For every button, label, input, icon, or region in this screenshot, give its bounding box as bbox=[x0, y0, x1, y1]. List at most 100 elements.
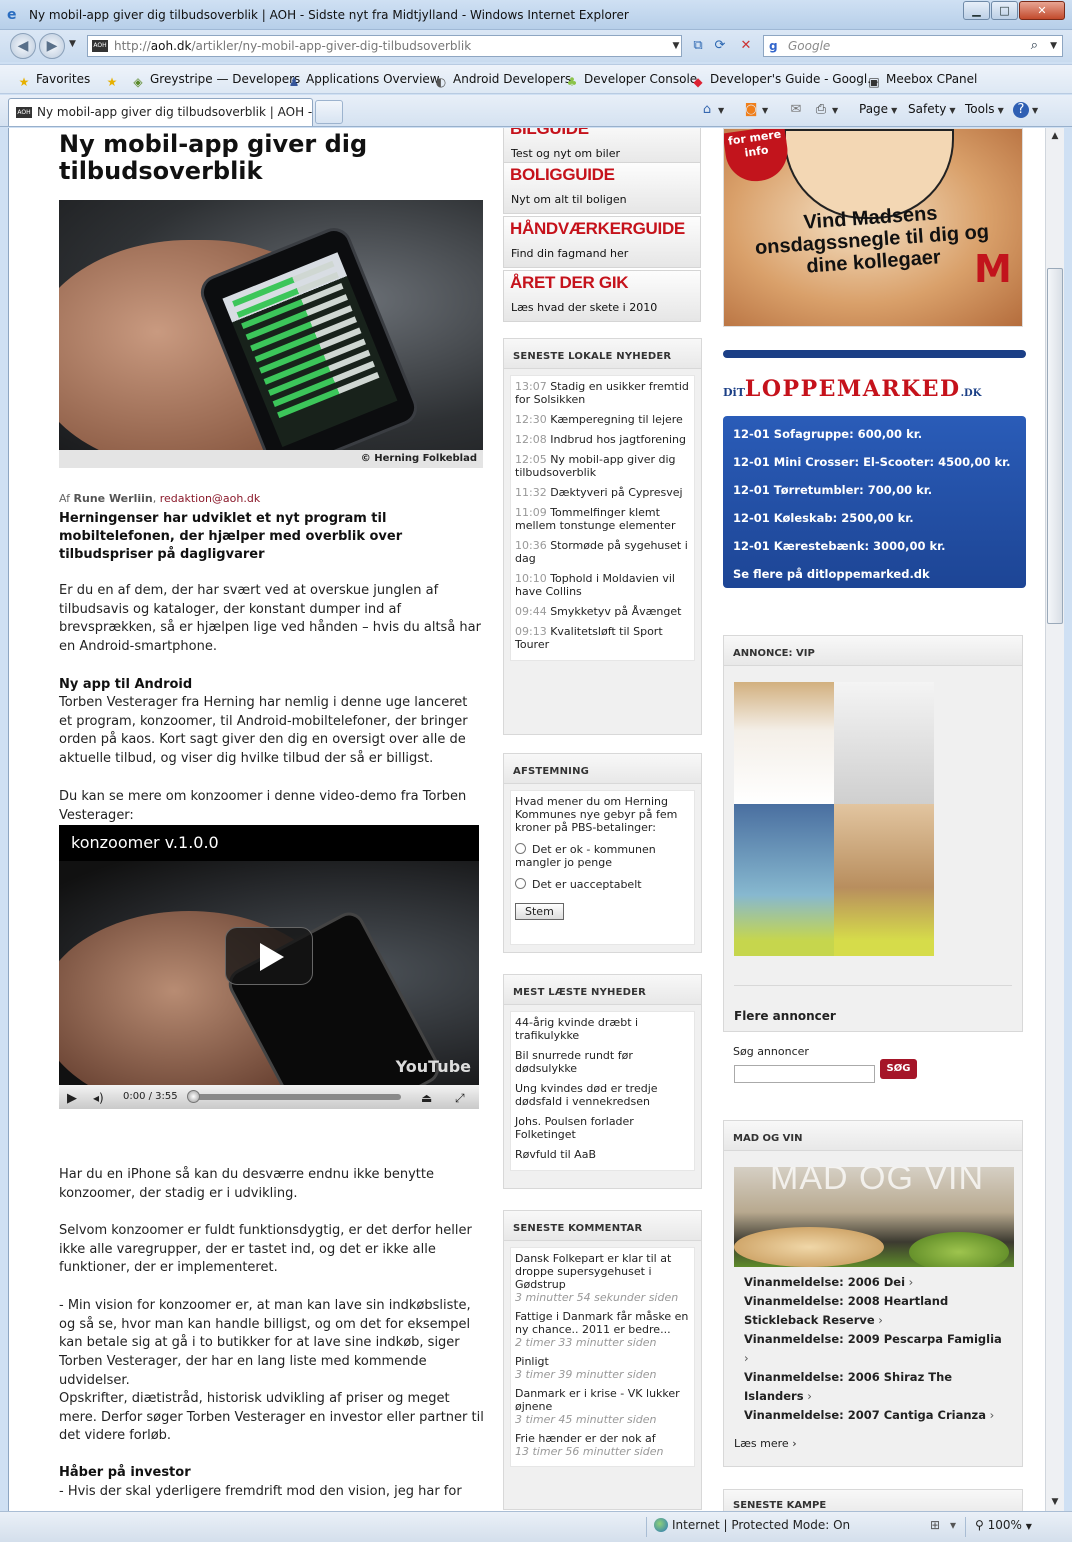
radio-button[interactable] bbox=[515, 878, 526, 889]
news-item[interactable]: 13:07 Stadig en usikker fremtid for Sols… bbox=[515, 380, 690, 406]
banner-aaret-der-gik[interactable]: ÅRET DER GIK Læs hvad der skete i 2010 bbox=[503, 270, 701, 322]
tools-menu[interactable]: Tools ▼ bbox=[965, 101, 1004, 119]
security-zone[interactable]: Internet | Protected Mode: On bbox=[654, 1518, 850, 1532]
page-menu[interactable]: Page ▼ bbox=[859, 101, 897, 119]
wine-review-link[interactable]: Vinanmeldelse: 2007 Cantiga Crianza › bbox=[744, 1406, 1009, 1425]
fav-developers-guide[interactable]: ◆ Developer's Guide - Googl... bbox=[690, 71, 878, 90]
address-dropdown-icon[interactable]: ▼ bbox=[667, 37, 685, 55]
comment-text: Fattige i Danmark får måske en ny chance… bbox=[515, 1310, 689, 1336]
comment-text: Dansk Folkepart er klar til at droppe su… bbox=[515, 1252, 672, 1291]
comment-item[interactable]: Frie hænder er der nok af 13 timer 56 min… bbox=[515, 1432, 690, 1458]
banner-haandvaerkerguide[interactable]: HÅNDVÆRKERGUIDE Find din fagmand her bbox=[503, 216, 701, 268]
home-button[interactable]: ⌂ ▼ bbox=[699, 101, 724, 119]
compatibility-view-icon[interactable]: ⧉ bbox=[689, 37, 707, 55]
play-icon[interactable]: ▶ bbox=[67, 1091, 77, 1106]
wine-review-link[interactable]: Vinanmeldelse: 2006 Dei › bbox=[744, 1273, 1009, 1292]
news-item[interactable]: 44-årig kvinde dræbt i trafikulykke bbox=[515, 1016, 690, 1042]
wine-review-link[interactable]: Vinanmeldelse: 2006 Shiraz The Islanders… bbox=[744, 1368, 1009, 1406]
close-button[interactable]: ✕ bbox=[1019, 1, 1065, 20]
comment-item[interactable]: Dansk Folkepart er klar til at droppe su… bbox=[515, 1252, 690, 1304]
fav-applications-overview[interactable]: ♟ Applications Overview bbox=[286, 71, 440, 90]
banner-boligguide[interactable]: BOLIGGUIDE Nyt om alt til boligen bbox=[503, 162, 701, 214]
scroll-up-icon[interactable]: ▲ bbox=[1046, 128, 1064, 145]
zoom-level[interactable]: ⚲ 100% ▼ bbox=[975, 1518, 1032, 1532]
comment-item[interactable]: Danmark er i krise - VK lukker øjnene 3 t… bbox=[515, 1387, 690, 1426]
back-button[interactable]: ◀ bbox=[10, 33, 36, 59]
loppemarked-item[interactable]: 12-01 Tørretumbler: 700,00 kr. bbox=[733, 482, 1026, 510]
news-item[interactable]: 11:09 Tommelfinger klemt mellem tonstung… bbox=[515, 506, 690, 532]
loppemarked-item[interactable]: 12-01 Sofagruppe: 600,00 kr. bbox=[733, 426, 1026, 454]
news-item[interactable]: 11:32 Dæktyveri på Cypresvej bbox=[515, 486, 690, 499]
new-tab-button[interactable] bbox=[315, 100, 343, 124]
herning-teater-poster[interactable] bbox=[734, 682, 934, 956]
mail-icon: ✉ bbox=[790, 102, 802, 117]
loppemarked-item[interactable]: 12-01 Mini Crosser: El-Scooter: 4500,00 … bbox=[733, 454, 1026, 482]
stop-icon[interactable]: ✕ bbox=[737, 37, 755, 55]
news-item[interactable]: 09:44 Smykketyv på Åvænget bbox=[515, 605, 690, 618]
loppemarked-item[interactable]: Se flere på ditloppemarked.dk bbox=[733, 566, 1026, 594]
video-scrubber[interactable] bbox=[187, 1090, 200, 1103]
poll-option-2[interactable]: Det er uacceptabelt bbox=[515, 878, 690, 891]
recent-pages-dropdown-icon[interactable]: ▼ bbox=[69, 39, 76, 49]
forward-button[interactable]: ▶ bbox=[39, 33, 65, 59]
news-item[interactable]: Bil snurrede rundt før dødsulykke bbox=[515, 1049, 690, 1075]
radio-m-ad[interactable]: for mere info Vind Madsens onsdagssnegle… bbox=[723, 128, 1023, 327]
loppemarked-item[interactable]: 12-01 Køleskab: 2500,00 kr. bbox=[733, 510, 1026, 538]
protected-mode-icon[interactable]: ⊞ bbox=[930, 1518, 940, 1532]
video-player[interactable]: konzoomer v.1.0.0 YouTube ▶ ◂) 0:00 / 3:… bbox=[59, 825, 479, 1109]
loppemarked-item[interactable]: 12-01 Kærestebænk: 3000,00 kr. bbox=[733, 538, 1026, 566]
news-item[interactable]: 09:13 Kvalitetsløft til Sport Tourer bbox=[515, 625, 690, 651]
news-item[interactable]: Ung kvindes død er tredje dødsfald i ven… bbox=[515, 1082, 690, 1108]
comment-age: 13 timer 56 minutter siden bbox=[515, 1445, 664, 1458]
maximize-button[interactable]: □ bbox=[991, 1, 1018, 20]
wine-review-link[interactable]: Vinanmeldelse: 2009 Pescarpa Famiglia › bbox=[744, 1330, 1009, 1368]
address-bar[interactable]: AOH http://aoh.dk/artikler/ny-mobil-app-… bbox=[87, 35, 682, 57]
laes-mere-link[interactable]: Læs mere › bbox=[734, 1437, 797, 1450]
fullscreen-icon[interactable]: ⤢ bbox=[455, 1091, 465, 1106]
refresh-icon[interactable]: ⟳ bbox=[711, 37, 729, 55]
news-item[interactable]: 10:36 Stormøde på sygehuset i dag bbox=[515, 539, 690, 565]
scroll-down-icon[interactable]: ▼ bbox=[1046, 1494, 1064, 1511]
tab-active[interactable]: AOH Ny mobil-app giver dig tilbudsoverbl… bbox=[8, 98, 313, 126]
poll-option-1[interactable]: Det er ok - kommunen mangler jo penge bbox=[515, 843, 690, 869]
read-mail-button[interactable]: ✉ bbox=[788, 101, 804, 118]
comment-item[interactable]: Fattige i Danmark får måske en ny chance… bbox=[515, 1310, 690, 1349]
wine-review-link[interactable]: Vinanmeldelse: 2008 Heartland Sticklebac… bbox=[744, 1292, 1009, 1330]
dropdown-icon[interactable]: ▾ bbox=[950, 1518, 956, 1532]
loppemarked-logo[interactable]: DiTLOPPEMARKED.DK bbox=[723, 376, 981, 402]
radio-button[interactable] bbox=[515, 843, 526, 854]
eject-icon[interactable]: ⏏ bbox=[421, 1091, 432, 1105]
safety-menu[interactable]: Safety ▼ bbox=[908, 101, 956, 119]
search-dropdown-icon[interactable]: ▼ bbox=[1050, 36, 1057, 56]
video-progress-bar[interactable] bbox=[189, 1094, 401, 1100]
annonce-search-input[interactable] bbox=[734, 1065, 875, 1083]
news-item[interactable]: Røvfuld til AaB bbox=[515, 1148, 690, 1161]
search-icon[interactable]: ⌕ bbox=[1031, 36, 1038, 56]
fav-developer-console[interactable]: ♣ Developer Console bbox=[564, 71, 698, 90]
news-item[interactable]: 10:10 Tophold i Moldavien vil have Colli… bbox=[515, 572, 690, 598]
news-item[interactable]: 12:05 Ny mobil-app giver dig tilbudsover… bbox=[515, 453, 690, 479]
fav-meebox-cpanel[interactable]: ▣ Meebox CPanel bbox=[866, 71, 977, 90]
vertical-scrollbar[interactable]: ▲ ▼ bbox=[1045, 128, 1064, 1511]
vote-button[interactable]: Stem bbox=[515, 903, 564, 920]
minimize-button[interactable]: ▁ bbox=[963, 1, 990, 20]
news-item[interactable]: 12:30 Kæmperegning til lejere bbox=[515, 413, 690, 426]
help-button[interactable]: ? ▼ bbox=[1013, 101, 1038, 119]
mad-og-vin-image[interactable]: MAD OG VIN bbox=[734, 1167, 1014, 1267]
scroll-thumb[interactable] bbox=[1047, 268, 1063, 624]
fav-android-developers[interactable]: ◐ Android Developers bbox=[433, 71, 571, 90]
fav-greystripe[interactable]: ◈ Greystripe — Developers bbox=[130, 71, 300, 90]
comment-item[interactable]: Pinligt 3 timer 39 minutter siden bbox=[515, 1355, 690, 1381]
feeds-button[interactable]: ◙ ▼ bbox=[743, 101, 768, 119]
print-button[interactable]: ⎙ ▼ bbox=[813, 101, 838, 119]
search-box[interactable]: g Google ⌕ ▼ bbox=[763, 35, 1063, 57]
play-button[interactable] bbox=[225, 927, 313, 985]
news-headline: Smykketyv på Åvænget bbox=[550, 605, 682, 618]
favorites-button[interactable]: ★ Favorites bbox=[16, 71, 91, 90]
author-email-link[interactable]: redaktion@aoh.dk bbox=[160, 492, 261, 505]
news-item[interactable]: 12:08 Indbrud hos jagtforening bbox=[515, 433, 690, 446]
sog-button[interactable]: SØG bbox=[880, 1059, 917, 1079]
volume-icon[interactable]: ◂) bbox=[93, 1091, 104, 1105]
add-to-favorites-bar-button[interactable]: ★ bbox=[104, 71, 124, 90]
news-item[interactable]: Johs. Poulsen forlader Folketinget bbox=[515, 1115, 690, 1141]
